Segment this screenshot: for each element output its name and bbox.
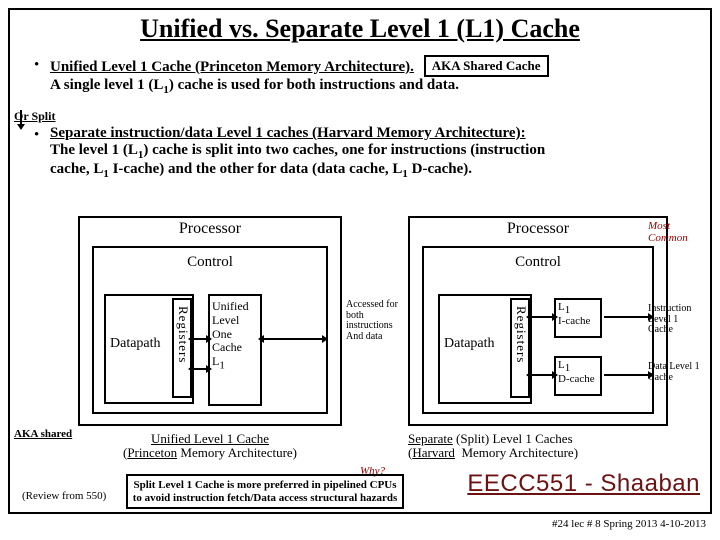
diagram-separate: Processor Control Datapath Registers L1I… xyxy=(408,216,668,426)
datapath-label-right: Datapath xyxy=(444,336,495,352)
bullet2-e: D-cache). xyxy=(408,161,472,177)
bullet2-a: The level 1 (L xyxy=(50,142,138,158)
control-label-right: Control xyxy=(424,254,652,271)
bullet-separate: • Separate instruction/data Level 1 cach… xyxy=(50,125,696,180)
inner-box-right: Control Datapath Registers L1I-cache L1D… xyxy=(422,246,654,414)
datapath-label-left: Datapath xyxy=(110,336,161,352)
bus-line-right4 xyxy=(604,374,648,376)
split-preferred-note: Split Level 1 Cache is more preferred in… xyxy=(126,474,404,509)
bullet1-rest-a: A single level 1 (L xyxy=(50,77,163,93)
review-note: (Review from 550) xyxy=(22,490,106,502)
aka-shared-box: AKA Shared Cache xyxy=(424,55,549,77)
instruction-cache-note: Instruction Level 1 Cache xyxy=(648,304,702,336)
bus-line-right3 xyxy=(604,316,648,318)
bus-line-right1 xyxy=(532,316,552,318)
bullet2-lead: Separate instruction/data Level 1 caches… xyxy=(50,125,526,141)
bullet1-lead: Unified Level 1 Cache (Princeton Memory … xyxy=(50,59,414,75)
control-label-left: Control xyxy=(94,254,326,271)
slide-title: Unified vs. Separate Level 1 (L1) Cache xyxy=(24,14,696,44)
l1-icache-box: L1I-cache xyxy=(554,298,602,338)
slide-frame: Unified vs. Separate Level 1 (L1) Cache … xyxy=(8,8,712,514)
footer-line: #24 lec # 8 Spring 2013 4-10-2013 xyxy=(0,518,720,530)
l1-dcache-box: L1D-cache xyxy=(554,356,602,396)
inner-box-left: Control Datapath Registers Unified Level… xyxy=(92,246,328,414)
bullet-dot: • xyxy=(34,57,39,74)
bullet2-d: I-cache) and the other for data (data ca… xyxy=(109,161,403,177)
course-banner: EECC551 - Shaaban xyxy=(467,470,700,498)
most-common-note: Most Common xyxy=(648,220,700,244)
processor-label-right: Processor xyxy=(410,220,666,238)
accessed-note: Accessed for both instructions And data xyxy=(346,300,402,342)
bullet1-rest-b: ) cache is used for both instructions an… xyxy=(169,77,459,93)
diagram-unified: Processor Control Datapath Registers Uni… xyxy=(78,216,342,426)
aka-shared-label: AKA shared xyxy=(14,428,72,440)
bullet2-c: cache, L xyxy=(50,161,103,177)
bus-line-left3 xyxy=(264,338,322,340)
data-cache-note: Data Level 1 Cache xyxy=(648,362,702,383)
arrow-orsplit xyxy=(20,110,22,124)
caption-unified: Unified Level 1 Cache (Princeton Memory … xyxy=(80,432,340,461)
caption-separate: Separate (Split) Level 1 Caches (Harvard… xyxy=(408,432,668,461)
registers-box-left: Registers xyxy=(172,298,192,398)
bus-line-left1 xyxy=(194,338,206,340)
bus-line-left2 xyxy=(194,368,206,370)
bullet-dot2: • xyxy=(34,127,39,144)
bullet2-b: ) cache is split into two caches, one fo… xyxy=(143,142,545,158)
bullet-unified: • Unified Level 1 Cache (Princeton Memor… xyxy=(50,55,696,96)
processor-label-left: Processor xyxy=(80,220,340,238)
bus-line-right2 xyxy=(532,374,552,376)
unified-cache-box: Unified Level One Cache L1 xyxy=(208,294,262,406)
